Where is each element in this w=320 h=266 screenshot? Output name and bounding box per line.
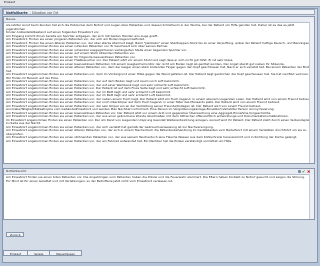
notes-box: Notfallbericht ✔ ✖ Am Einsatzort finden … [3,168,315,220]
situation-header: Neues [4,17,314,23]
pin-icon[interactable] [298,170,301,173]
tab-spiele[interactable]: Spiele [27,250,51,256]
situation-scrollbar[interactable] [309,22,314,163]
notes-line: Für Mind ist für einen Gerettet und mit … [6,178,173,183]
tab-neuerfassen[interactable]: Neuerfassen [49,250,83,256]
notes-header: Notfallbericht ✔ ✖ [4,169,314,175]
window-titlebar: Einkauf [0,0,320,7]
notes-scrollbar[interactable] [309,174,314,219]
page-subtitle: - Situation vor Ort [29,11,59,15]
bottom-tabs: Einkauf Spiele Neuerfassen [3,250,83,256]
situation-label: Neues [6,17,16,21]
page-header: Notfallkarte - Situation vor Ort [3,9,315,15]
situation-line: Am Einsatzort angekommen finden sie eine… [6,138,233,143]
check-icon[interactable]: ✔ [302,169,306,174]
situation-text[interactable]: Als letzter Anruf beim Kunden hat sich d… [4,23,314,144]
close-icon[interactable]: ✖ [307,169,311,174]
tab-einkauf[interactable]: Einkauf [3,250,29,256]
back-button[interactable]: Zurück [6,232,25,237]
page-title: Notfallkarte [6,11,28,15]
window-title: Einkauf [4,0,16,4]
notes-text[interactable]: Am Einsatzort finden sie einen toten Pat… [4,175,314,184]
situation-box: Neues Als letzter Anruf beim Kunden hat … [3,16,315,164]
notes-label: Notfallbericht [6,169,27,173]
